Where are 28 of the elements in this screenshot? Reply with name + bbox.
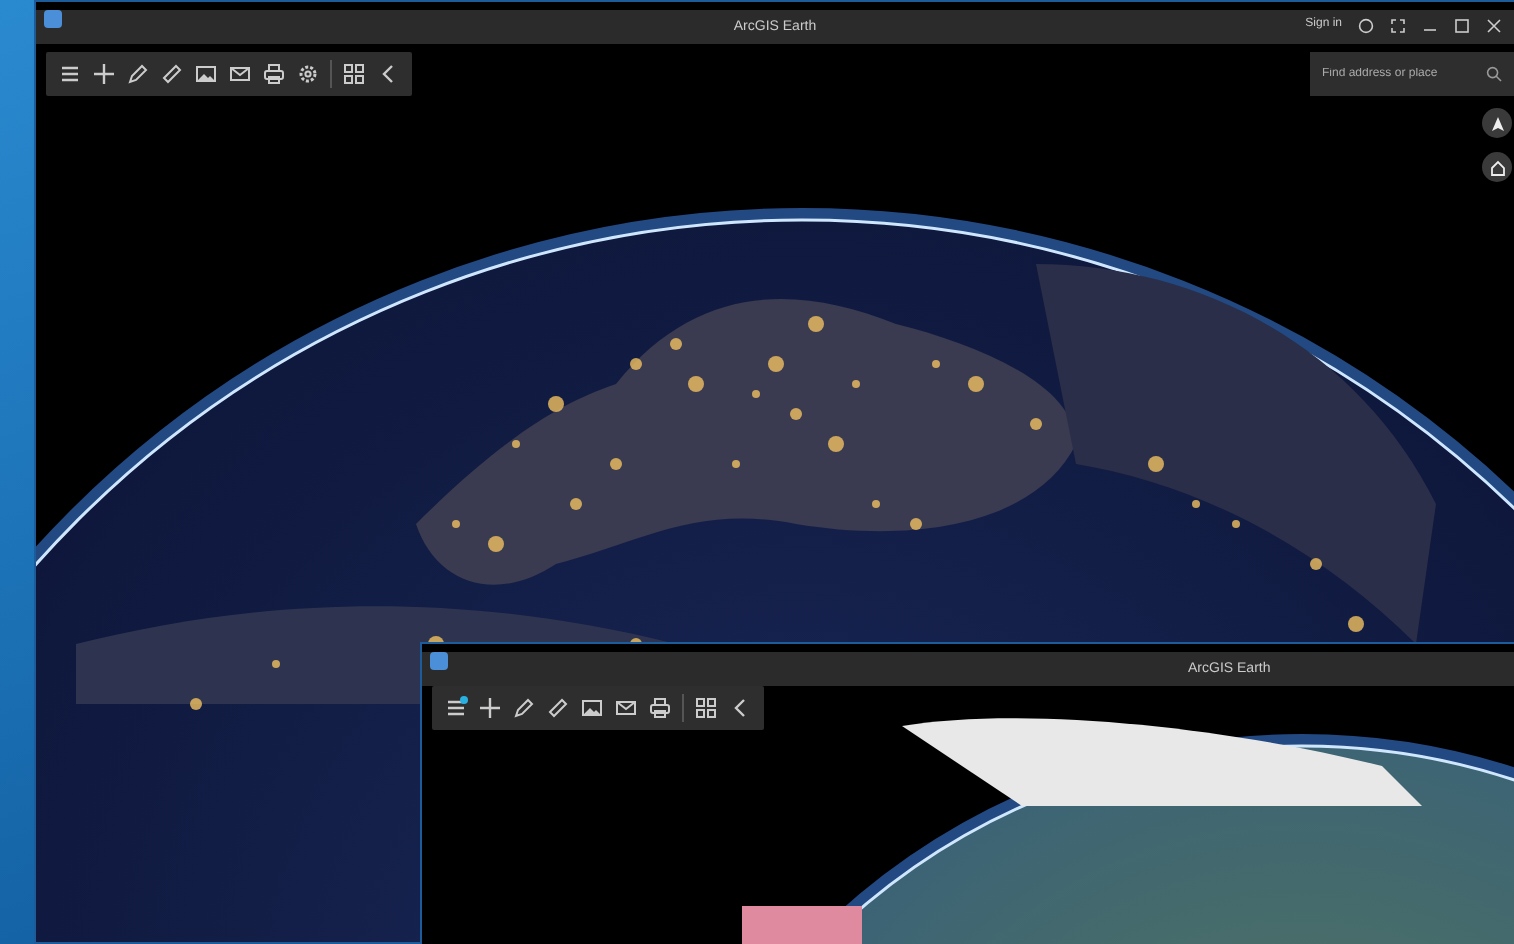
envelope-button[interactable] bbox=[614, 696, 638, 720]
compass-button[interactable] bbox=[1482, 108, 1512, 138]
settings-button[interactable] bbox=[296, 62, 320, 86]
picture-button[interactable] bbox=[580, 696, 604, 720]
picture-button[interactable] bbox=[194, 62, 218, 86]
envelope-button[interactable] bbox=[228, 62, 252, 86]
printer-button[interactable] bbox=[648, 696, 672, 720]
list-button[interactable] bbox=[444, 696, 468, 720]
home-icon bbox=[1489, 159, 1505, 175]
pencil-button[interactable] bbox=[126, 62, 150, 86]
ruler-button[interactable] bbox=[546, 696, 570, 720]
help-icon[interactable] bbox=[1358, 17, 1374, 33]
grid-button[interactable] bbox=[342, 62, 366, 86]
app-icon bbox=[430, 652, 448, 670]
app-icon bbox=[44, 10, 62, 28]
maximize-icon[interactable] bbox=[1454, 17, 1470, 33]
close-icon[interactable] bbox=[1486, 17, 1502, 33]
pencil-button[interactable] bbox=[512, 696, 536, 720]
plus-button[interactable] bbox=[478, 696, 502, 720]
compass-arrow-icon bbox=[1489, 115, 1505, 131]
plus-button[interactable] bbox=[92, 62, 116, 86]
fullscreen-icon[interactable] bbox=[1390, 17, 1406, 33]
printer-button[interactable] bbox=[262, 62, 286, 86]
grid-button[interactable] bbox=[694, 696, 718, 720]
list-button[interactable] bbox=[58, 62, 82, 86]
home-button[interactable] bbox=[1482, 152, 1512, 182]
ruler-button[interactable] bbox=[160, 62, 184, 86]
search-icon bbox=[1486, 66, 1502, 82]
